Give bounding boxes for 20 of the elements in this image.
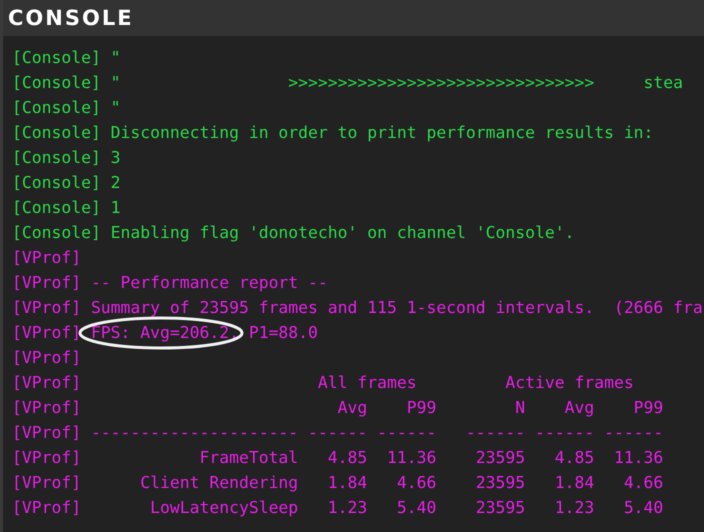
log-line: [Console] Enabling flag 'donotecho' on channel 'Console'. [12,223,574,242]
log-line: [VProf] --------------------- ------ ------ ------ ------ ------ [12,423,664,442]
log-line: [VProf] [12,348,82,367]
log-line: [VProf] Client Rendering 1.84 4.66 23595 1.84 4.66 [12,473,664,492]
log-line: [VProf] FPS: Avg=206.2, P1=88.0 [12,323,318,342]
log-line: [Console] Disconnecting in order to print performance results in: [12,123,654,142]
log-line: [VProf] Avg P99 N Avg P99 [12,398,664,417]
log-line: [Console] 3 [12,148,121,167]
log-line: [VProf] LowLatencySleep 1.23 5.40 23595 1.23 5.40 [12,498,664,517]
log-line: [Console] " [12,48,121,67]
log-line: [Console] " [12,98,121,117]
log-line: [VProf] FrameTotal 4.85 11.36 23595 4.85 11.36 [12,448,664,467]
log-line: [VProf] All frames Active frames [12,373,634,392]
window-title: CONSOLE [8,6,134,30]
log-line: [Console] " >>>>>>>>>>>>>>>>>>>>>>>>>>>>>>> stea [12,73,684,92]
log-line: [VProf] -- Performance report -- [12,273,328,292]
log-line: [VProf] [12,248,82,267]
log-line: [Console] 2 [12,173,121,192]
log-line: [VProf] Summary of 23595 frames and 115 1-second intervals. (2666 fra [12,298,703,317]
log-line: [Console] 1 [12,198,121,217]
